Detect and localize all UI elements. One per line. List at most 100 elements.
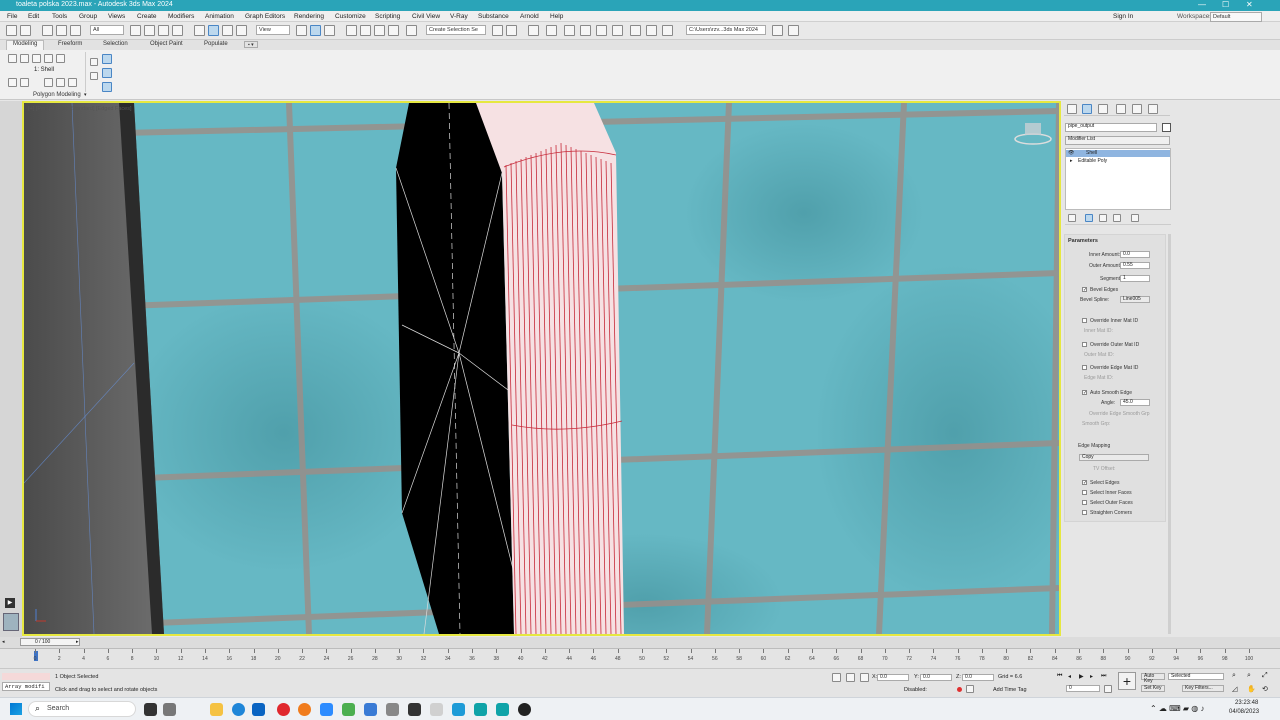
z-coordinate-field[interactable]: 0.0 <box>962 674 994 681</box>
select-manipulate-icon[interactable] <box>310 25 321 36</box>
make-unique-toggle-icon[interactable] <box>1099 214 1107 222</box>
ribbon-options-button[interactable]: ▪ ▾ <box>244 41 258 48</box>
select-edges-checkbox[interactable]: ✓ <box>1082 480 1087 486</box>
maximize-button[interactable]: ☐ <box>1222 0 1229 9</box>
angle-snap-icon[interactable] <box>360 25 371 36</box>
select-outer-checkbox[interactable] <box>1082 500 1087 505</box>
perspective-viewport[interactable]: [+] [Perspective] [Standard] [Edged Face… <box>22 101 1061 636</box>
stack-item-shell[interactable]: 👁 Shell <box>1066 150 1170 157</box>
configure-modifier-sets-icon[interactable] <box>1131 214 1139 222</box>
modifier-list-select[interactable]: Modifier List <box>1065 136 1170 145</box>
menu-views[interactable]: Views <box>108 13 125 20</box>
add-time-tag-button[interactable]: Add Time Tag <box>993 687 1027 693</box>
pin-stack-icon[interactable] <box>1068 214 1076 222</box>
selection-filter-select[interactable]: All <box>90 25 124 35</box>
inner-amount-spinner[interactable]: 0.0 <box>1120 251 1150 258</box>
track-bar[interactable]: 0 2 4 6 8 10 12 14 16 18 20 22 24 26 28 30 32 34 36 38 40 42 4… <box>0 648 1280 668</box>
project-folder-select[interactable]: C:\Users\rzv...3ds Max 2024 <box>686 25 766 35</box>
layer-explorer-icon[interactable] <box>546 25 557 36</box>
remove-modifier-toggle-icon[interactable] <box>1113 214 1121 222</box>
pivot-center-icon[interactable] <box>296 25 307 36</box>
object-color-swatch[interactable] <box>1162 123 1171 132</box>
previous-frame-icon[interactable]: ◂ <box>1068 673 1071 680</box>
menu-substance[interactable]: Substance <box>478 13 509 20</box>
menu-arnold[interactable]: Arnold <box>520 13 539 20</box>
isolate-selection-icon[interactable] <box>832 673 841 682</box>
vertex-icon[interactable] <box>8 54 17 63</box>
named-selection-set-select[interactable]: Create Selection Se <box>426 25 486 35</box>
3ds-max-second-icon[interactable] <box>496 703 509 716</box>
go-to-start-icon[interactable]: ⏮ <box>1057 673 1062 680</box>
app-icon-cyan[interactable] <box>452 703 465 716</box>
motion-tab-icon[interactable] <box>1116 104 1126 114</box>
outer-amount-spinner[interactable]: 0.55 <box>1120 262 1150 269</box>
menu-help[interactable]: Help <box>550 13 563 20</box>
tab-populate[interactable]: Populate <box>204 41 228 47</box>
tab-modeling[interactable]: Modeling <box>6 40 45 50</box>
schematic-view-icon[interactable] <box>596 25 607 36</box>
bind-spacewarp-icon[interactable] <box>70 25 81 36</box>
widgets-icon[interactable] <box>163 703 176 716</box>
viewcube-mini-icon[interactable] <box>3 613 19 631</box>
menu-customize[interactable]: Customize <box>335 13 366 20</box>
menu-vray[interactable]: V-Ray <box>450 13 468 20</box>
play-icon[interactable]: ▶ <box>5 598 15 608</box>
zoom-extents-icon[interactable]: ⤢ <box>1262 672 1268 680</box>
pin-stack-icon[interactable] <box>102 82 112 92</box>
menu-scripting[interactable]: Scripting <box>375 13 400 20</box>
configure-sets-icon[interactable] <box>68 78 77 87</box>
hierarchy-tab-icon[interactable] <box>1098 104 1108 114</box>
menu-modifiers[interactable]: Modifiers <box>168 13 194 20</box>
menu-tools[interactable]: Tools <box>52 13 67 20</box>
taskbar-search[interactable]: ⌕ Search <box>28 701 136 717</box>
undo-icon[interactable] <box>6 25 17 36</box>
menu-create[interactable]: Create <box>137 13 157 20</box>
key-filters-button[interactable]: Key Filters... <box>1182 685 1224 692</box>
x-coordinate-field[interactable]: 0.0 <box>877 674 909 681</box>
davinci-icon[interactable] <box>518 703 531 716</box>
override-inner-checkbox[interactable] <box>1082 318 1087 323</box>
minimize-button[interactable]: — <box>1198 0 1206 9</box>
element-icon[interactable] <box>56 54 65 63</box>
placement-icon[interactable] <box>236 25 247 36</box>
edit-named-selection-icon[interactable] <box>406 25 417 36</box>
opera-icon[interactable] <box>277 703 290 716</box>
select-object-icon[interactable] <box>130 25 141 36</box>
menu-rendering[interactable]: Rendering <box>294 13 324 20</box>
play-animation-icon[interactable]: ▶ <box>1079 673 1084 680</box>
polygon-modeling-label[interactable]: Polygon Modeling <box>33 92 81 98</box>
time-slider-prev-icon[interactable]: ◂ <box>2 639 5 645</box>
keyboard-shortcut-icon[interactable] <box>324 25 335 36</box>
file-explorer-icon[interactable] <box>210 703 223 716</box>
pan-icon[interactable]: ✋ <box>1247 685 1256 693</box>
border-icon[interactable] <box>32 54 41 63</box>
expand-icon[interactable]: ▸ <box>1070 158 1073 164</box>
absolute-mode-icon[interactable] <box>860 673 869 682</box>
project-icon[interactable] <box>772 25 783 36</box>
clock-time[interactable]: 23:23:48 <box>1235 700 1258 706</box>
menu-file[interactable]: File <box>7 13 17 20</box>
select-inner-checkbox[interactable] <box>1082 490 1087 495</box>
move-icon[interactable] <box>194 25 205 36</box>
photos-icon[interactable] <box>320 703 333 716</box>
menu-civil-view[interactable]: Civil View <box>412 13 440 20</box>
object-name-input[interactable]: pipe_output <box>1065 123 1157 132</box>
mirror-icon[interactable] <box>492 25 503 36</box>
field-of-view-icon[interactable]: ◿ <box>1232 685 1237 693</box>
rendered-frame-window-icon[interactable] <box>646 25 657 36</box>
override-edge-checkbox[interactable] <box>1082 365 1087 370</box>
tab-freeform[interactable]: Freeform <box>58 41 82 47</box>
store-icon[interactable] <box>252 703 265 716</box>
make-unique-icon[interactable] <box>44 78 53 87</box>
render-icon[interactable] <box>662 25 673 36</box>
polygon-icon[interactable] <box>44 54 53 63</box>
tab-object-paint[interactable]: Object Paint <box>150 41 183 47</box>
visibility-icon[interactable]: 👁 <box>1068 150 1074 156</box>
scale-icon[interactable] <box>222 25 233 36</box>
edge-mapping-select[interactable]: Copy <box>1079 454 1149 461</box>
tab-selection[interactable]: Selection <box>103 41 128 47</box>
parameters-title[interactable]: Parameters <box>1068 238 1098 244</box>
select-by-name-icon[interactable] <box>144 25 155 36</box>
record-icon[interactable] <box>957 687 962 692</box>
edge-icon[interactable] <box>20 54 29 63</box>
